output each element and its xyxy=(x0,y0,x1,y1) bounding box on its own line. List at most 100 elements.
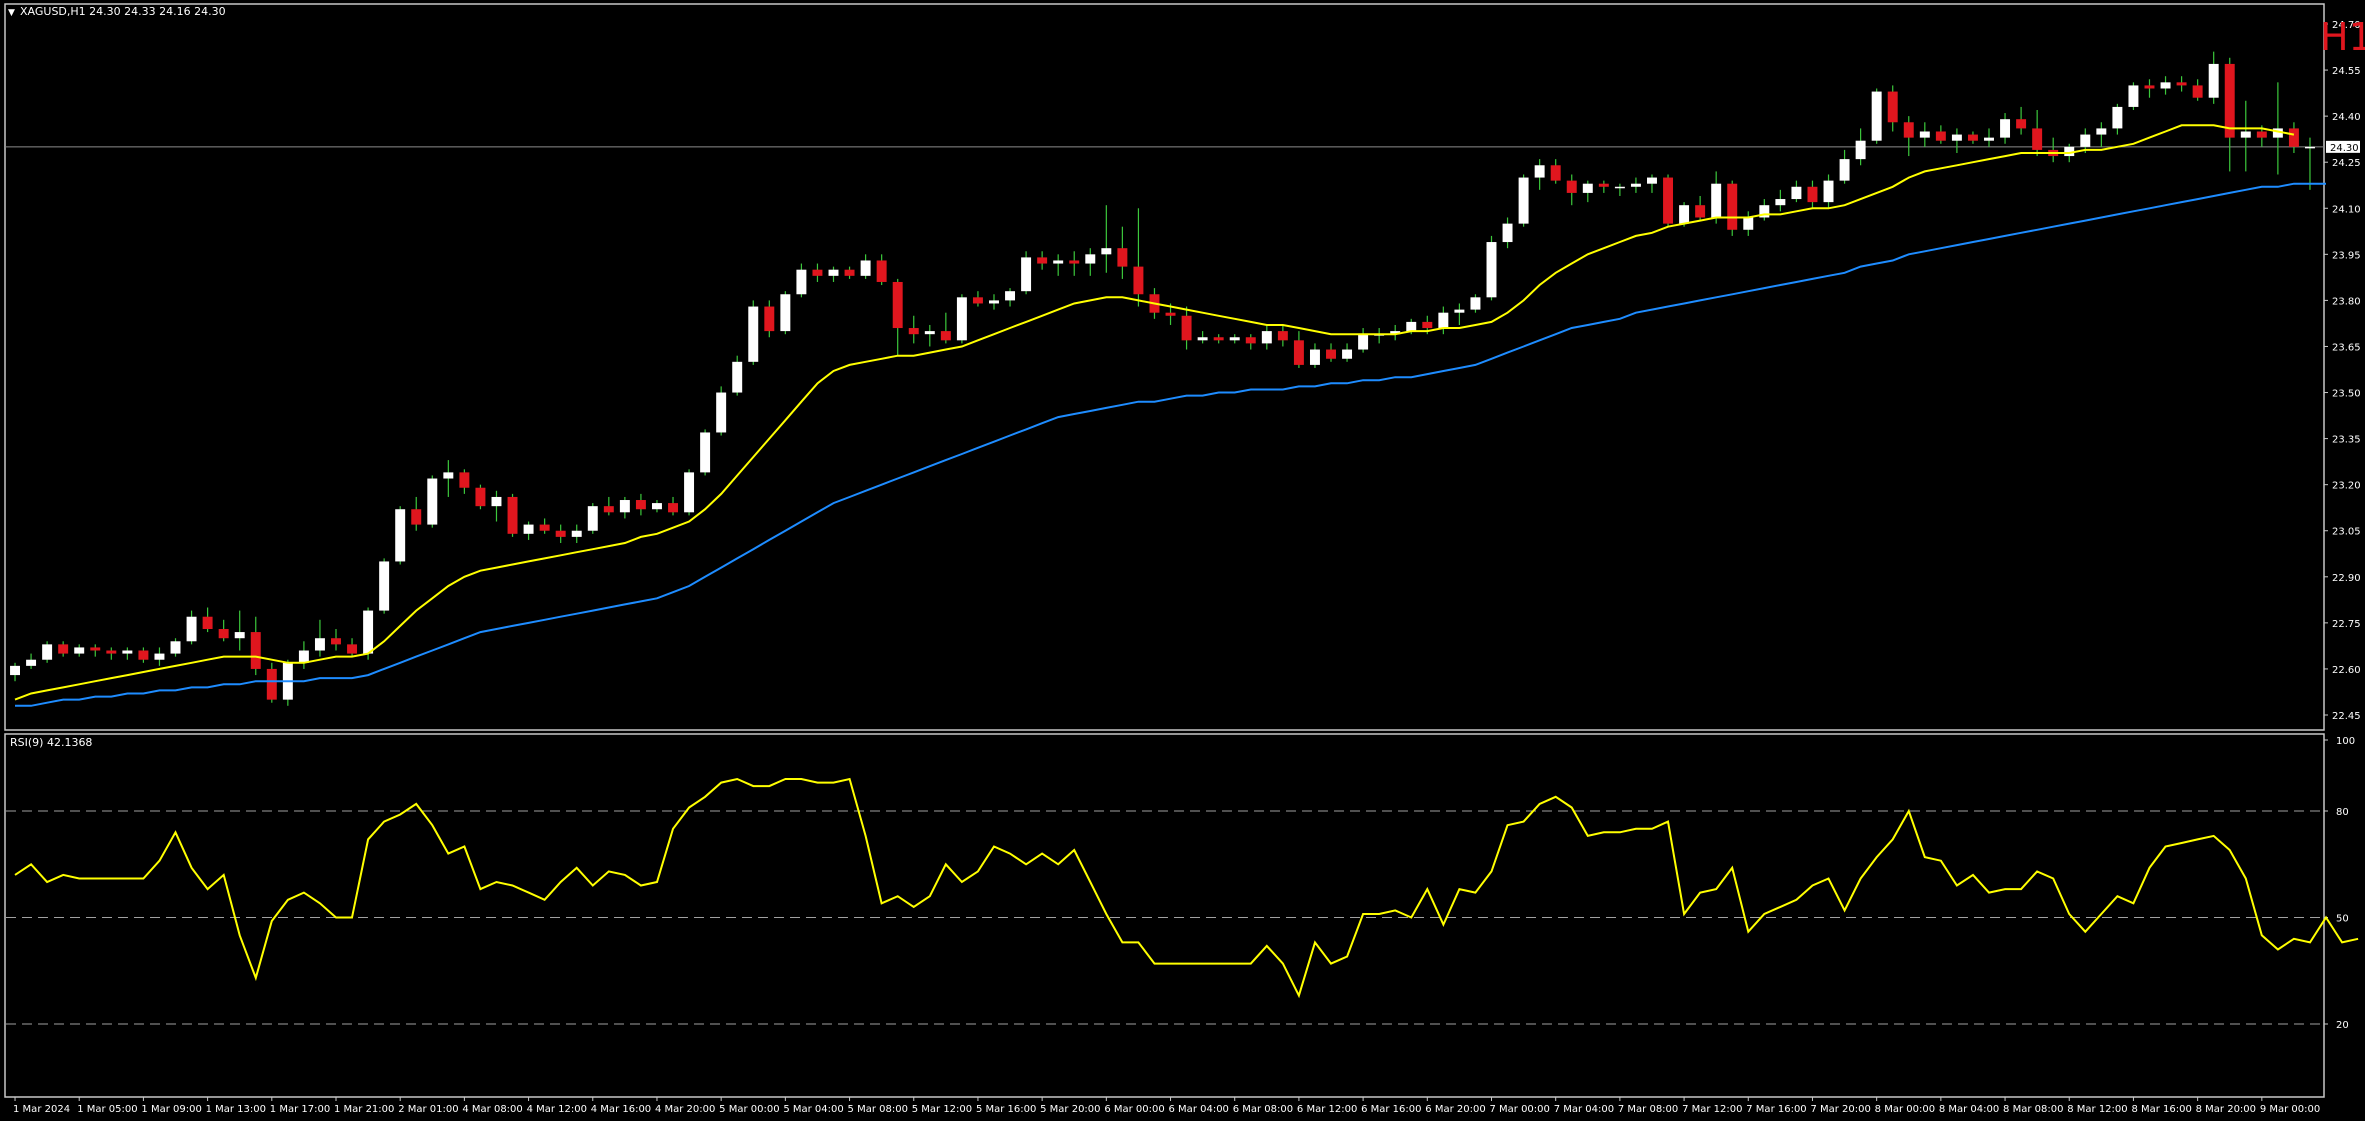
bear-candle-body xyxy=(2256,131,2267,138)
bear-candle-body xyxy=(668,503,678,513)
bull-candle-body xyxy=(1582,183,1593,193)
candle xyxy=(924,324,935,347)
bull-candle-body xyxy=(1855,140,1866,160)
bull-candle-body xyxy=(1085,254,1096,264)
candle xyxy=(1309,343,1320,368)
bull-candle-body xyxy=(1839,159,1850,181)
bull-candle-body xyxy=(186,616,197,642)
candle xyxy=(1807,180,1818,209)
candle xyxy=(2240,100,2251,172)
candle xyxy=(1358,328,1369,353)
bull-candle-body xyxy=(2240,131,2251,138)
time-tick-label: 8 Mar 08:00 xyxy=(2003,1104,2063,1115)
time-tick-label: 7 Mar 12:00 xyxy=(1682,1104,1742,1115)
price-tick-label: 23.50 xyxy=(2332,389,2361,400)
candle xyxy=(796,263,807,298)
candle xyxy=(1213,334,1224,344)
time-tick-label: 2 Mar 01:00 xyxy=(398,1104,458,1115)
bear-candle-body xyxy=(1277,331,1288,341)
bull-candle-body xyxy=(1502,223,1513,243)
bear-candle-body xyxy=(2144,85,2155,89)
bear-candle-body xyxy=(1245,337,1256,344)
price-tick-label: 22.60 xyxy=(2332,665,2361,676)
bull-candle-body xyxy=(700,432,711,473)
candle xyxy=(732,355,743,396)
time-tick-label: 1 Mar 13:00 xyxy=(206,1104,266,1115)
candle xyxy=(2112,103,2123,135)
candle xyxy=(1069,251,1080,276)
time-tick-label: 7 Mar 16:00 xyxy=(1746,1104,1806,1115)
candle xyxy=(2160,76,2171,95)
time-tick-label: 4 Mar 08:00 xyxy=(462,1104,522,1115)
bull-candle-body xyxy=(780,294,791,332)
price-tick-label: 22.45 xyxy=(2332,711,2361,722)
bull-candle-body xyxy=(1534,165,1545,178)
chart-window[interactable]: 24.70 24.55 24.40 24.25 24.10 23.95 23.80 23.65… xyxy=(0,0,2365,1117)
candle xyxy=(1438,306,1449,335)
candle xyxy=(764,300,775,338)
bull-candle-body xyxy=(1309,349,1320,365)
candle xyxy=(1663,174,1674,227)
bull-candle-body xyxy=(1630,183,1641,187)
bull-candle-body xyxy=(10,665,20,676)
bull-candle-body xyxy=(2128,85,2139,107)
candle xyxy=(411,496,422,531)
bull-candle-body xyxy=(2080,134,2091,147)
candle xyxy=(651,500,662,513)
candle xyxy=(1614,183,1625,196)
bear-candle-body xyxy=(1117,248,1128,267)
candle xyxy=(1293,331,1304,368)
candle xyxy=(2288,122,2299,153)
bear-candle-body xyxy=(1807,186,1818,203)
bull-candle-body xyxy=(170,641,181,654)
bull-candle-body xyxy=(651,503,662,510)
bear-candle-body xyxy=(1181,315,1192,341)
bear-candle-body xyxy=(2016,119,2027,129)
bull-candle-body xyxy=(234,632,245,639)
candle xyxy=(1566,174,1577,206)
bull-candle-body xyxy=(1342,349,1353,359)
candle xyxy=(940,312,951,344)
time-tick-label: 6 Mar 00:00 xyxy=(1104,1104,1164,1115)
candle xyxy=(1630,177,1641,193)
bull-candle-body xyxy=(2000,119,2011,138)
bull-candle-body xyxy=(1679,205,1690,224)
candle xyxy=(2305,137,2315,190)
bear-candle-body xyxy=(1727,183,1738,230)
ma-slow-line xyxy=(15,182,2326,707)
time-tick-label: 8 Mar 04:00 xyxy=(1939,1104,1999,1115)
time-tick-label: 9 Mar 00:00 xyxy=(2260,1104,2320,1115)
bull-candle-body xyxy=(1053,260,1064,264)
bear-candle-body xyxy=(250,632,261,669)
bear-candle-body xyxy=(475,487,486,507)
candle xyxy=(1903,116,1914,157)
time-tick-label: 8 Mar 00:00 xyxy=(1875,1104,1935,1115)
bull-candle-body xyxy=(1358,334,1369,350)
candle xyxy=(1261,324,1272,350)
candle xyxy=(2000,113,2011,144)
time-tick-label: 1 Mar 2024 xyxy=(13,1104,70,1115)
symbol-info: XAGUSD,H1 24.30 24.33 24.16 24.30 xyxy=(20,5,226,18)
bull-candle-body xyxy=(379,561,390,611)
candle xyxy=(539,518,550,534)
price-tick-label: 23.65 xyxy=(2332,342,2361,353)
candle xyxy=(956,294,967,344)
bull-candle-body xyxy=(684,472,695,513)
current-price-label: 24.30 xyxy=(2330,143,2359,154)
bull-candle-body xyxy=(1486,242,1497,298)
rsi-indicator-label: RSI(9) 42.1368 xyxy=(10,736,92,749)
candle xyxy=(507,493,518,537)
symbol-dropdown-icon[interactable]: ▼ xyxy=(8,8,15,18)
candle xyxy=(90,644,101,657)
candle xyxy=(1919,122,1930,147)
bull-candle-body xyxy=(2096,128,2107,135)
bear-candle-body xyxy=(106,650,117,654)
candle xyxy=(2032,109,2043,157)
bear-candle-body xyxy=(876,260,887,282)
time-tick-label: 5 Mar 08:00 xyxy=(848,1104,908,1115)
candle xyxy=(170,638,181,657)
timeframe-badge: H1 xyxy=(2320,15,2365,59)
candle xyxy=(74,644,85,657)
bear-candle-body xyxy=(2032,128,2043,150)
candle xyxy=(1454,303,1465,325)
